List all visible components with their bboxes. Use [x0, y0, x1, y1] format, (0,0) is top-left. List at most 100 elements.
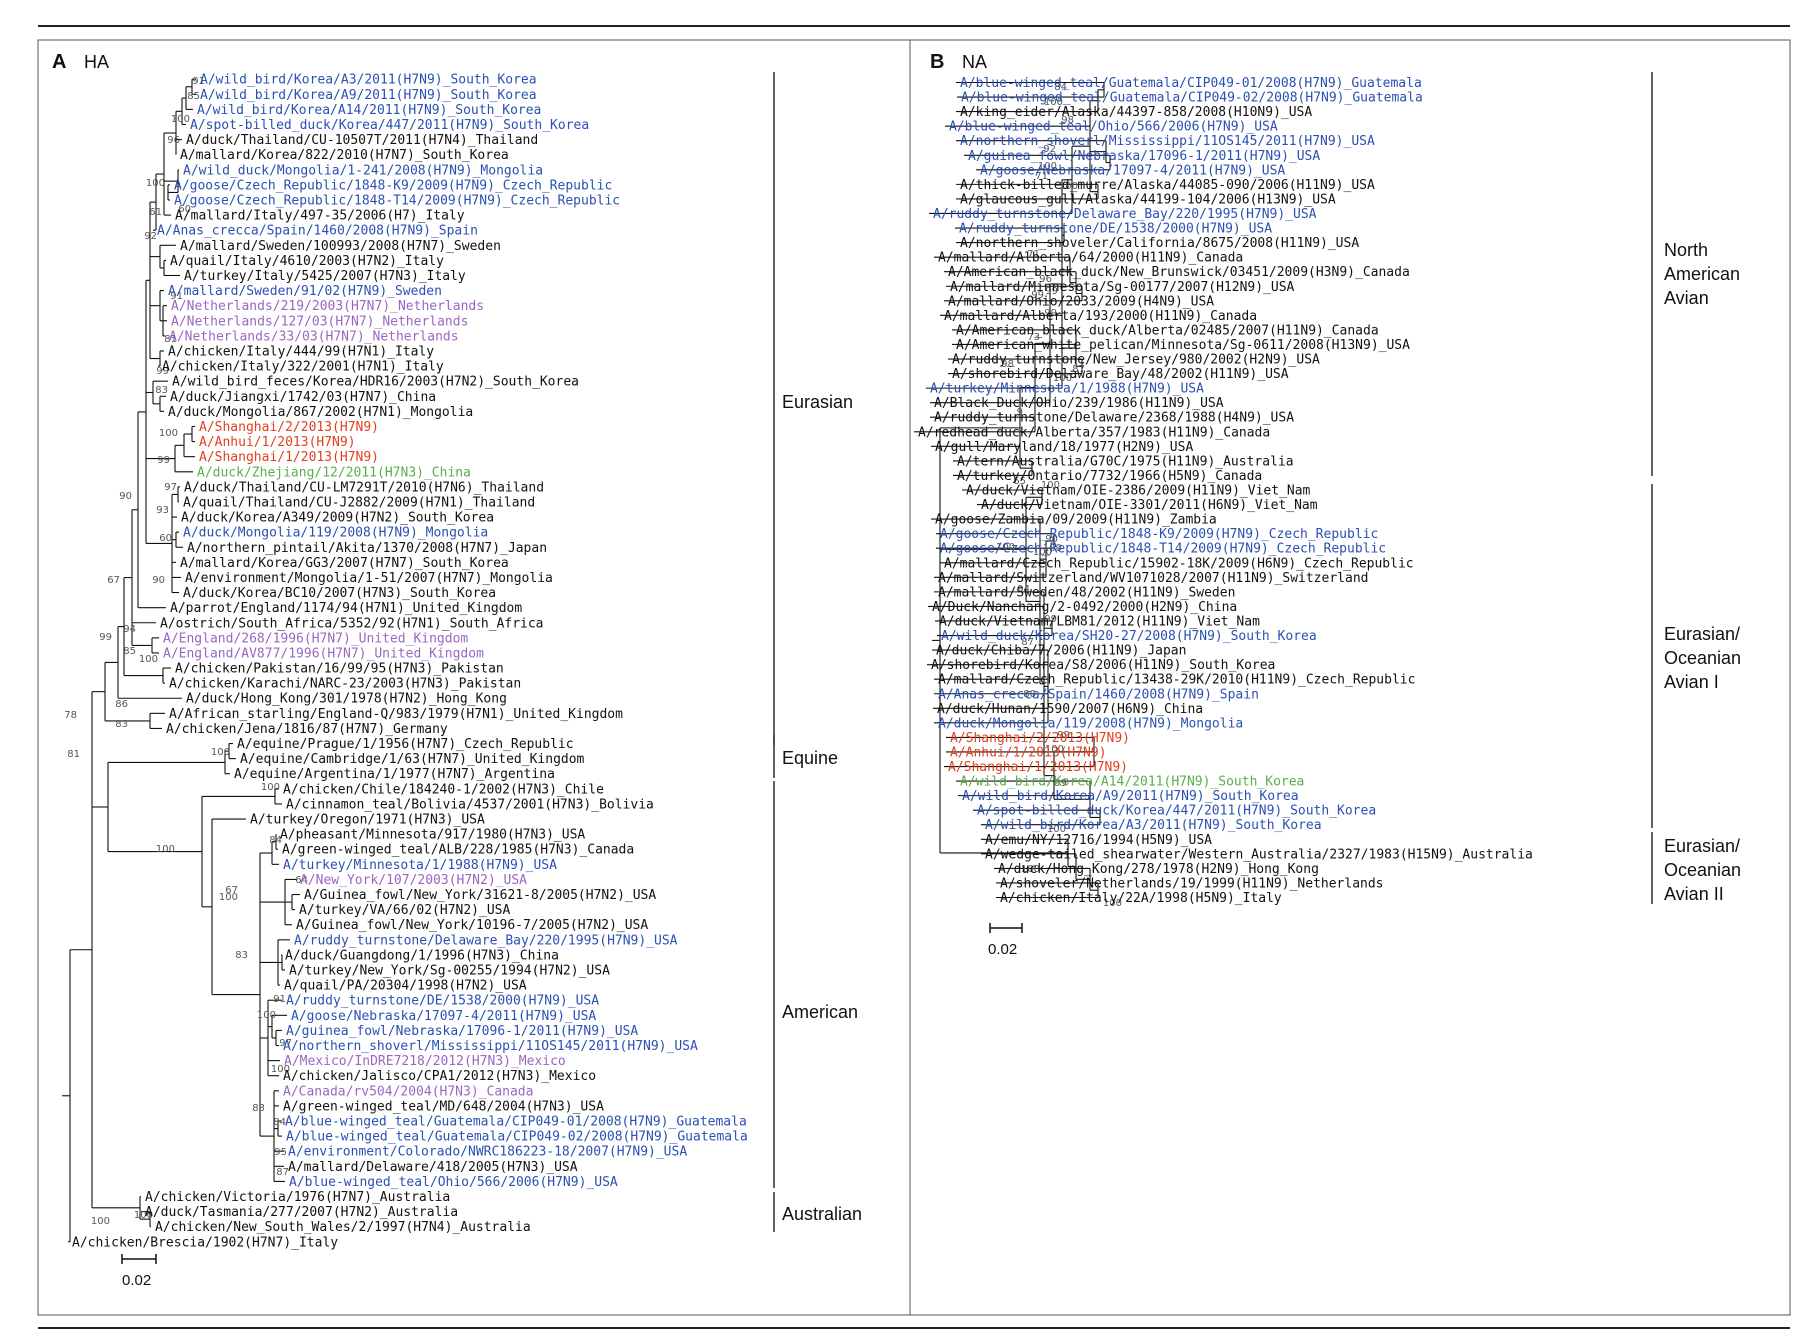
leaf-label: A/shorebird/Korea/S8/2006(H11N9)_South_K…	[931, 658, 1275, 673]
leaf-label: A/mallard/Alberta/193/2000(H11N9)_Canada	[944, 309, 1257, 324]
leaf-label: A/gull/Maryland/18/1977(H2N9)_USA	[935, 440, 1193, 455]
leaf-label: A/duck/Chiba/7/2006(H11N9)_Japan	[936, 644, 1186, 659]
leaf-label: A/pheasant/Minnesota/917/1980(H7N3)_USA	[280, 828, 585, 843]
bootstrap-value: 96	[167, 135, 180, 146]
bootstrap-value: 83	[235, 950, 248, 961]
leaf-label: A/quail/PA/20304/1998(H7N2)_USA	[284, 979, 527, 994]
leaf-label: A/Canada/rv504/2004(H7N3)_Canada	[283, 1084, 533, 1099]
bootstrap-value: 100	[139, 654, 158, 665]
leaf-label: A/glaucous_gull/Alaska/44199-104/2006(H1…	[960, 192, 1336, 207]
leaf-label: A/king_eider/Alaska/44397-858/2008(H10N9…	[960, 105, 1312, 120]
bootstrap-value: 67	[107, 575, 120, 586]
leaf-label: A/ostrich/South_Africa/5352/92(H7N1)_Sou…	[160, 616, 544, 631]
leaf-label: A/spot-billed_duck/Korea/447/2011(H7N9)_…	[977, 804, 1376, 819]
leaf-label: A/guinea_fowl/Nebraska/17096-1/2011(H7N9…	[968, 149, 1320, 164]
leaf-label: A/guinea_fowl/Nebraska/17096-1/2011(H7N9…	[286, 1024, 638, 1039]
cluster-australian: Australian	[782, 1204, 862, 1224]
leaf-label: A/duck/Guangdong/1/1996(H7N3)_China	[285, 948, 559, 963]
bootstrap-value: 83	[252, 1103, 265, 1114]
leaf-label: A/Black_Duck/Ohio/239/1986(H11N9)_USA	[934, 396, 1224, 411]
bootstrap-value: 100	[171, 114, 190, 125]
leaf-label: A/American_black_duck/Alberta/02485/2007…	[956, 323, 1379, 338]
leaf-label: A/turkey/VA/66/02(H7N2)_USA	[299, 903, 510, 918]
leaf-label: A/chicken/Jalisco/CPA1/2012(H7N3)_Mexico	[283, 1069, 596, 1084]
leaf-label: A/Anas_crecca/Spain/1460/2008(H7N9)_Spai…	[938, 687, 1259, 702]
bootstrap-value: 83	[155, 385, 168, 396]
leaf-label: A/Anhui/1/2013(H7N9)	[199, 435, 356, 450]
leaf-label: A/duck/Vietnam/OIE-2386/2009(H11N9)_Viet…	[966, 484, 1311, 499]
bootstrap-value: 100	[146, 178, 165, 189]
na-cluster-labels: North American Avian Eurasian/Oceanian Avian…	[1664, 240, 1741, 904]
panel-b-letter: B	[930, 51, 944, 73]
leaf-label: A/ruddy_turnstone/DE/1538/2000(H7N9)_USA	[959, 222, 1272, 237]
leaf-label: A/duck/Vietnam/OIE-3301/2011(H6N9)_Viet_…	[981, 498, 1318, 513]
ha-leaf-labels: A/wild_bird/Korea/A3/2011(H7N9)_South_Ko…	[72, 73, 748, 1251]
bootstrap-value: 93	[156, 505, 169, 516]
bootstrap-value: 100	[159, 428, 178, 439]
leaf-label: A/mallard/Minnesota/Sg-00177/2007(H12N9)…	[950, 280, 1295, 295]
panel-b: B NA 84100989210071100719699 999973871009…	[914, 51, 1741, 958]
bootstrap-value: 100	[261, 782, 280, 793]
na-leaf-labels: A/blue-winged_teal/Guatemala/CIP049-01/2…	[918, 76, 1533, 906]
leaf-label: A/goose/Nebraska/17097-4/2011(H7N9)_USA	[980, 163, 1285, 178]
leaf-label: A/blue-winged_teal/Ohio/566/2006(H7N9)_U…	[289, 1175, 618, 1190]
leaf-label: A/England/268/1996(H7N7)_United_Kingdom	[163, 631, 468, 646]
cluster-american: American	[782, 1002, 858, 1022]
leaf-label: A/chicken/Karachi/NARC-23/2003(H7N3)_Pak…	[169, 677, 521, 692]
bootstrap-value: 91	[273, 994, 286, 1005]
leaf-label: A/chicken/Italy/322/2001(H7N1)_Italy	[162, 360, 444, 375]
leaf-label: A/spot-billed_duck/Korea/447/2011(H7N9)_…	[190, 118, 589, 133]
leaf-label: A/environment/Colorado/NWRC186223-18/200…	[288, 1145, 687, 1160]
leaf-label: A/duck/Mongolia/119/2008(H7N9)_Mongolia	[938, 716, 1243, 731]
bootstrap-value: 100	[156, 844, 175, 855]
leaf-label: A/wild_bird/Korea/A9/2011(H7N9)_South_Ko…	[962, 789, 1299, 804]
bootstrap-value: 100	[219, 892, 238, 903]
leaf-label: A/mallard/Delaware/418/2005(H7N3)_USA	[288, 1160, 578, 1175]
leaf-label: A/ruddy_turnstone/New_Jersey/980/2002(H2…	[952, 353, 1320, 368]
leaf-label: A/chicken/Brescia/1902(H7N7)_Italy	[72, 1235, 338, 1250]
bootstrap-value: 61	[149, 207, 162, 218]
leaf-label: A/blue-winged_teal/Guatemala/CIP049-01/2…	[960, 76, 1422, 91]
leaf-label: A/equine/Cambridge/1/63(H7N7)_United_Kin…	[240, 752, 585, 767]
leaf-label: A/environment/Mongolia/1-51/2007(H7N7)_M…	[185, 571, 553, 586]
leaf-label: A/tern/Australia/G70C/1975(H11N9)_Austra…	[957, 454, 1294, 469]
na-scale-bar: 0.02	[988, 923, 1023, 958]
leaf-label: A/chicken/Jena/1816/87(H7N7)_Germany	[166, 722, 448, 737]
leaf-label: A/Guinea_fowl/New_York/31621-8/2005(H7N2…	[304, 888, 656, 903]
leaf-label: A/Duck/Nanchang/2-0492/2000(H2N9)_China	[932, 600, 1237, 615]
leaf-label: A/Netherlands/219/2003(H7N7)_Netherlands	[171, 299, 484, 314]
leaf-label: A/chicken/Italy/22A/1998(H5N9)_Italy	[1000, 891, 1282, 906]
leaf-label: A/mallard/Korea/822/2010(H7N7)_South_Kor…	[180, 148, 509, 163]
leaf-label: A/ruddy_turnstone/Delaware_Bay/220/1995(…	[933, 207, 1317, 222]
leaf-label: A/turkey/Minnesota/1/1988(H7N9)_USA	[283, 858, 557, 873]
leaf-label: A/mallard/Switzerland/WV1071028/2007(H11…	[938, 571, 1368, 586]
leaf-label: A/green-winged_teal/ALB/228/1985(H7N3)_C…	[282, 843, 634, 858]
bootstrap-value: 95	[274, 1147, 287, 1158]
leaf-label: A/wild_duck/Korea/SH20-27/2008(H7N9)_Sou…	[941, 629, 1317, 644]
leaf-label: A/quail/Thailand/CU-J2882/2009(H7N1)_Tha…	[183, 495, 535, 510]
leaf-label: A/chicken/Italy/444/99(H7N1)_Italy	[168, 344, 434, 359]
leaf-label: A/Shanghai/2/2013(H7N9)	[950, 731, 1130, 746]
leaf-label: A/chicken/New_South_Wales/2/1997(H7N4)_A…	[155, 1220, 531, 1235]
ha-scale-label: 0.02	[122, 1272, 151, 1289]
leaf-label: A/equine/Argentina/1/1977(H7N7)_Argentin…	[234, 767, 555, 782]
leaf-label: A/redhead_duck/Alberta/357/1983(H11N9)_C…	[918, 425, 1270, 440]
leaf-label: A/shoveler/Netherlands/19/1999(H11N9)_Ne…	[1000, 876, 1384, 891]
phylogenetic-figure: A HA 91851009660100619291819983100999793…	[37, 25, 1791, 1329]
leaf-label: A/blue-winged_teal/Ohio/566/2006(H7N9)_U…	[949, 120, 1278, 135]
leaf-label: A/cinnamon_teal/Bolivia/4537/2001(H7N3)_…	[286, 797, 654, 812]
leaf-label: A/chicken/Pakistan/16/99/95(H7N3)_Pakist…	[175, 662, 504, 677]
leaf-label: A/duck/Hong_Kong/278/1978(H2N9)_Hong_Kon…	[998, 862, 1319, 877]
bootstrap-value: 90	[119, 491, 132, 502]
cluster-label: Eurasian/Oceanian Avian II	[1664, 836, 1741, 904]
leaf-label: A/northern_shoveler/California/8675/2008…	[960, 236, 1359, 251]
leaf-label: A/wild_bird/Korea/A9/2011(H7N9)_South_Ko…	[200, 88, 537, 103]
bootstrap-value: 78	[64, 710, 77, 721]
leaf-label: A/equine/Prague/1/1956(H7N7)_Czech_Repub…	[237, 737, 574, 752]
leaf-label: A/ruddy_turnstone/DE/1538/2000(H7N9)_USA	[286, 994, 599, 1009]
leaf-label: A/wild_duck/Mongolia/1-241/2008(H7N9)_Mo…	[183, 163, 543, 178]
leaf-label: A/Shanghai/2/2013(H7N9)	[199, 420, 379, 435]
leaf-label: A/goose/Nebraska/17097-4/2011(H7N9)_USA	[291, 1009, 596, 1024]
leaf-label: A/wild_bird/Korea/A14/2011(H7N9)_South_K…	[960, 775, 1304, 790]
leaf-label: A/Netherlands/33/03(H7N7)_Netherlands	[169, 329, 459, 344]
